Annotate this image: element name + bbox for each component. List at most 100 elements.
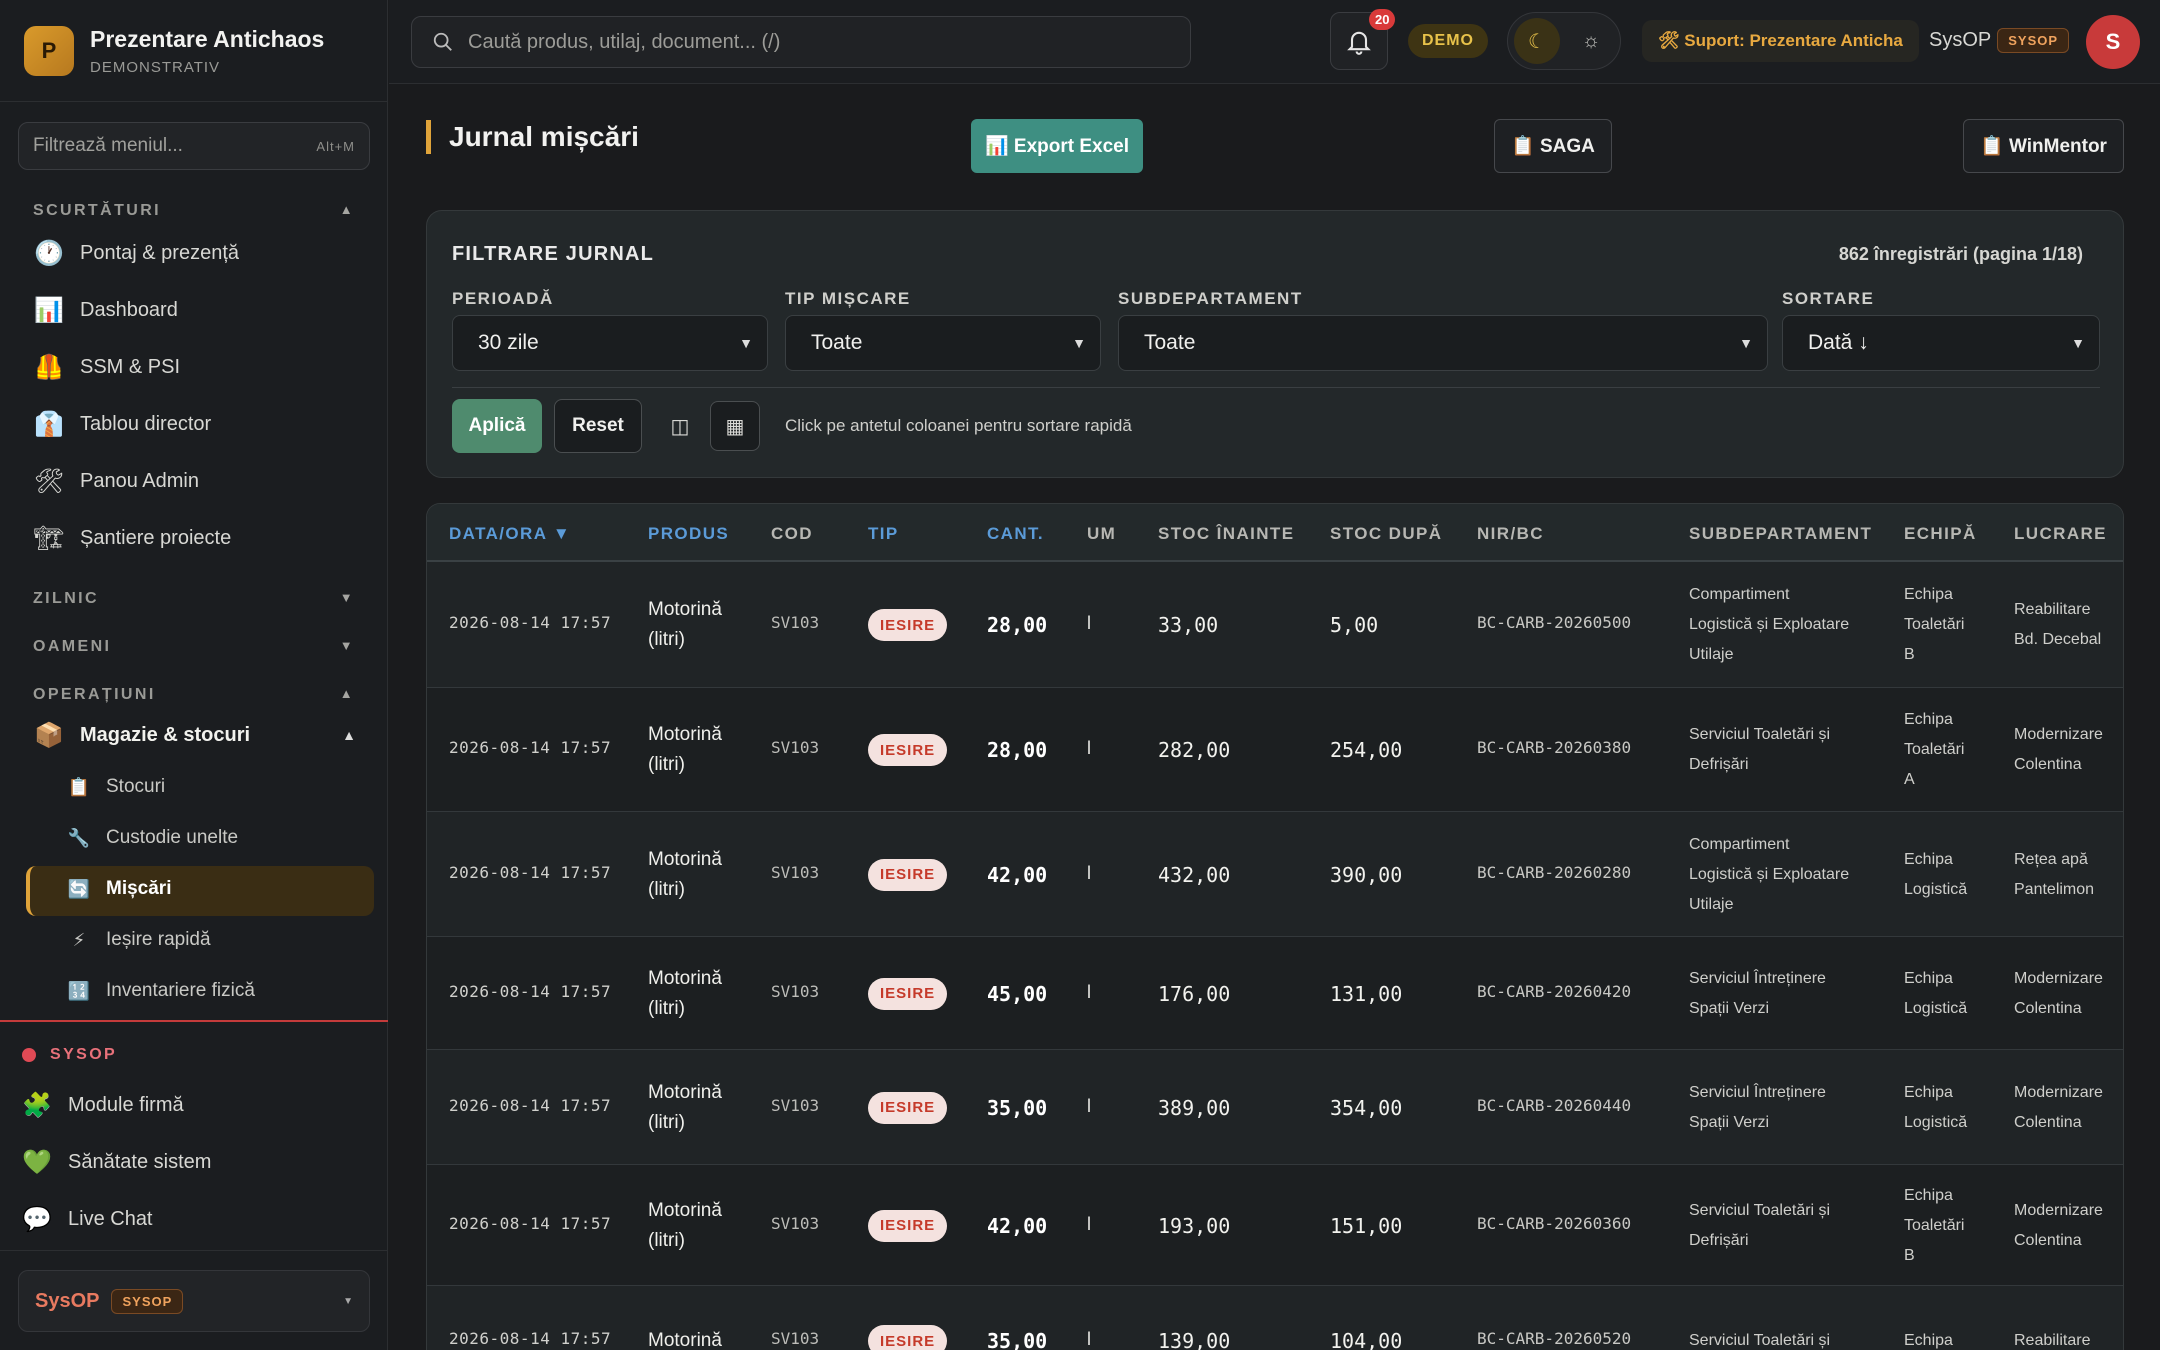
cell-subdepartment-line: Serviciul Întreținere xyxy=(1689,1084,1826,1101)
cell-code: SV103 xyxy=(771,981,820,1001)
type-badge: IESIRE xyxy=(868,1091,948,1124)
col-code[interactable]: COD xyxy=(771,524,813,544)
cell-work-line: Modernizare xyxy=(2014,726,2103,743)
cell-work-line: Rețea apă xyxy=(2014,851,2088,868)
sidebar-item-custodie[interactable]: 🔧 Custodie unelte xyxy=(68,827,238,849)
movements-table: DATA/ORA ▼ PRODUS COD TIP CANT. UM STOC … xyxy=(426,503,2124,1350)
cell-code: SV103 xyxy=(771,1329,820,1348)
sort-select[interactable]: Dată ↓ ▼ xyxy=(1782,315,2100,371)
cell-team-line: Toaletări xyxy=(1904,741,1965,758)
section-shortcuts[interactable]: SCURTĂTURI ▲ xyxy=(33,202,355,220)
menu-filter-input[interactable] xyxy=(33,135,317,157)
filter-title: FILTRARE JURNAL xyxy=(452,243,655,265)
cell-nir: BC-CARB-20260360 xyxy=(1477,1213,1632,1233)
grid-view-icon[interactable]: ▦ xyxy=(710,401,760,451)
brand-name: Prezentare Antichaos xyxy=(90,25,325,52)
brand-logo: P xyxy=(24,25,74,76)
search-input[interactable] xyxy=(468,30,1170,54)
table-row[interactable]: 2026-08-14 17:57 Motorină (litri) SV103 IESI… xyxy=(427,937,2123,1050)
sidebar-item-ssm[interactable]: 🦺 SSM & PSI xyxy=(34,352,180,382)
cell-date: 2026-08-14 17:57 xyxy=(449,1095,612,1115)
user-menu[interactable]: SysOP SYSOP ▼ xyxy=(18,1270,370,1332)
sidebar-item-iesire-rapida[interactable]: ⚡ Ieșire rapidă xyxy=(68,929,211,951)
export-excel-button[interactable]: 📊 Export Excel xyxy=(971,119,1143,173)
cell-stock-before: 282,00 xyxy=(1158,738,1231,762)
col-qty[interactable]: CANT. xyxy=(987,524,1044,544)
cell-subdepartment-line: Serviciul Toaletări și xyxy=(1689,726,1831,743)
sidebar-item-miscari[interactable]: 🔄 Mișcări xyxy=(68,878,172,900)
cell-work: Reabilitare xyxy=(2014,1326,2090,1350)
col-product[interactable]: PRODUS xyxy=(648,524,729,544)
role-badge: SYSOP xyxy=(111,1288,184,1314)
cell-qty: 42,00 xyxy=(987,862,1048,887)
cell-nir: BC-CARB-20260440 xyxy=(1477,1095,1632,1115)
support-link[interactable]: 🛠 Suport: Prezentare Anticha xyxy=(1642,20,1919,62)
sidebar-item-sanatate[interactable]: 💚 Sănătate sistem xyxy=(22,1147,211,1177)
subdepartment-select[interactable]: Toate ▼ xyxy=(1118,315,1768,371)
global-search[interactable] xyxy=(411,16,1191,68)
cell-nir: BC-CARB-20260380 xyxy=(1477,738,1632,757)
tools-icon: 🛠 xyxy=(33,467,65,495)
columns-view-icon[interactable]: ◫ xyxy=(655,401,705,451)
puzzle-icon: 🧩 xyxy=(22,1091,52,1119)
cell-work-line: Colentina xyxy=(2014,756,2082,773)
section-operatiuni[interactable]: OPERAȚIUNI ▲ xyxy=(33,686,355,704)
sidebar-item-live-chat[interactable]: 💬 Live Chat xyxy=(22,1204,152,1234)
table-row[interactable]: 2026-08-14 17:57 Motorină (litri) SV103 IESI… xyxy=(427,688,2123,812)
chevron-down-icon: ▼ xyxy=(339,638,355,653)
avatar[interactable]: S xyxy=(2086,15,2140,69)
sidebar-item-module-firma[interactable]: 🧩 Module firmă xyxy=(22,1090,184,1120)
notifications-button[interactable]: 20 xyxy=(1330,9,1396,70)
winmentor-export-button[interactable]: 📋 WinMentor xyxy=(1963,119,2124,173)
reset-button[interactable]: Reset xyxy=(554,399,642,453)
top-user[interactable]: SysOP SYSOP xyxy=(1929,28,2070,53)
cell-team-line: Echipa xyxy=(1904,1187,1953,1204)
sidebar-item-santiere[interactable]: 🏗 Șantiere proiecte xyxy=(34,523,231,553)
table-row[interactable]: 2026-08-14 17:57 Motorină (litri) SV103 IESI… xyxy=(427,1165,2123,1286)
sun-icon[interactable]: ☼ xyxy=(1568,18,1614,64)
moon-icon[interactable]: ☾ xyxy=(1514,18,1560,64)
table-row[interactable]: 2026-08-14 17:57 Motorină (litri) SV103 IESI… xyxy=(427,812,2123,937)
cell-um: l xyxy=(1087,1095,1091,1116)
cell-team: Echipa Toaletări B xyxy=(1904,1181,1964,1271)
menu-filter-shortcut: Alt+M xyxy=(316,138,355,154)
section-oameni[interactable]: OAMENI ▼ xyxy=(33,638,355,656)
section-zilnic[interactable]: ZILNIC ▼ xyxy=(33,590,355,608)
theme-toggle[interactable]: ☾ ☼ xyxy=(1507,12,1621,70)
period-select[interactable]: 30 zile ▼ xyxy=(452,315,768,371)
divider xyxy=(452,387,2100,388)
cell-subdepartment-line: Utilaje xyxy=(1689,646,1734,663)
col-nir: NIR/BC xyxy=(1477,524,1544,543)
sidebar-item-dashboard[interactable]: 📊 Dashboard xyxy=(34,295,178,325)
sidebar-item-stocuri[interactable]: 📋 Stocuri xyxy=(68,776,165,798)
menu-filter[interactable]: Alt+M xyxy=(18,122,370,170)
cell-subdepartment: Serviciul Toaletări și Defrișări xyxy=(1689,720,1830,780)
cell-work: Modernizare Colentina xyxy=(2014,1196,2103,1256)
table-row[interactable]: 2026-08-14 17:57 Motorină SV103 IESIRE 35,00… xyxy=(427,1286,2123,1350)
apply-button[interactable]: Aplică xyxy=(452,399,542,453)
sidebar-item-tablou-director[interactable]: 👔 Tablou director xyxy=(34,409,211,439)
table-row[interactable]: 2026-08-14 17:57 Motorină (litri) SV103 IESI… xyxy=(427,1050,2123,1165)
sidebar-item-magazie[interactable]: 📦 Magazie & stocuri ▲ xyxy=(34,720,356,750)
cell-nir: BC-CARB-20260280 xyxy=(1477,862,1632,882)
col-type[interactable]: TIP xyxy=(868,524,899,544)
wrench-icon: 🔧 xyxy=(67,827,91,848)
saga-export-button[interactable]: 📋 SAGA xyxy=(1494,119,1612,173)
cell-product: Motorină xyxy=(648,1326,722,1350)
cell-um: l xyxy=(1087,613,1091,633)
sidebar-item-inventariere[interactable]: 🔢 Inventariere fizică xyxy=(68,980,255,1002)
cell-product-line: (litri) xyxy=(648,754,685,775)
movement-type-select[interactable]: Toate ▼ xyxy=(785,315,1101,371)
cell-qty: 28,00 xyxy=(987,738,1048,762)
cell-team-line: Echipa xyxy=(1904,1084,1953,1101)
cell-work-line: Colentina xyxy=(2014,1000,2082,1017)
cell-subdepartment: Compartiment Logistică și Exploatare Utila… xyxy=(1689,830,1849,920)
brand[interactable]: P Prezentare Antichaos DEMONSTRATIV xyxy=(0,0,387,102)
cell-qty: 42,00 xyxy=(987,1213,1048,1238)
sidebar-item-pontaj[interactable]: 🕐 Pontaj & prezență xyxy=(34,238,239,268)
col-date[interactable]: DATA/ORA ▼ xyxy=(449,524,571,544)
table-row[interactable]: 2026-08-14 17:57 Motorină (litri) SV103 IESI… xyxy=(427,562,2123,688)
sidebar-item-panou-admin[interactable]: 🛠 Panou Admin xyxy=(34,466,199,496)
cell-team-line: Logistică xyxy=(1904,1000,1968,1017)
type-badge: IESIRE xyxy=(868,1325,948,1350)
